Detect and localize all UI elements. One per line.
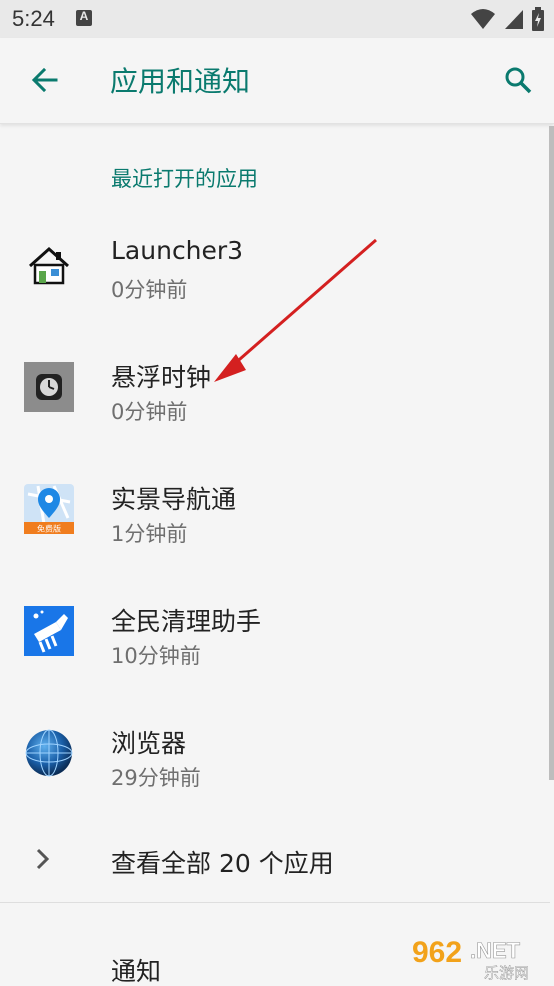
broom-icon — [24, 606, 74, 656]
app-time: 0分钟前 — [111, 400, 188, 424]
app-time: 29分钟前 — [111, 766, 201, 790]
arrow-back-icon — [31, 67, 58, 93]
app-row-cleaner[interactable]: 全民清理助手 10分钟前 — [0, 578, 550, 698]
app-time: 0分钟前 — [111, 278, 188, 302]
wifi-icon — [471, 9, 495, 29]
status-time: 5:24 — [12, 6, 55, 31]
svg-text:.NET: .NET — [470, 938, 521, 963]
signal-icon — [505, 10, 523, 29]
app-name: 实景导航通 — [111, 485, 237, 514]
app-row-launcher3[interactable]: Launcher3 0分钟前 — [0, 212, 550, 332]
globe-icon — [25, 729, 73, 777]
svg-text:962: 962 — [412, 936, 462, 969]
app-name: 悬浮时钟 — [111, 363, 212, 392]
app-name: 浏览器 — [111, 729, 187, 758]
see-all-apps-label: 查看全部 20 个应用 — [111, 849, 334, 878]
divider — [0, 902, 550, 903]
app-row-floating-clock[interactable]: 悬浮时钟 0分钟前 — [0, 334, 550, 454]
notifications-item[interactable]: 通知 — [111, 952, 161, 986]
app-row-browser[interactable]: 浏览器 29分钟前 — [0, 700, 550, 820]
see-all-apps-row[interactable]: 查看全部 20 个应用 — [0, 826, 550, 896]
app-name: 全民清理助手 — [111, 607, 262, 636]
svg-text:免费版: 免费版 — [37, 524, 61, 534]
chevron-right-icon — [36, 848, 50, 870]
map-pin-icon: 免费版 — [24, 484, 74, 534]
back-button[interactable] — [22, 58, 66, 102]
house-icon — [28, 246, 70, 285]
status-icons — [470, 6, 544, 32]
app-time: 1分钟前 — [111, 522, 188, 546]
clock-icon — [24, 362, 74, 412]
battery-icon — [532, 7, 544, 31]
notification-icon: A — [76, 9, 92, 26]
watermark-logo: 962 .NET 乐游网 — [412, 936, 529, 982]
app-bar: 应用和通知 — [0, 38, 554, 124]
app-row-navigation[interactable]: 免费版 实景导航通 1分钟前 — [0, 456, 550, 576]
app-name: Launcher3 — [111, 236, 244, 265]
svg-text:乐游网: 乐游网 — [484, 964, 529, 982]
app-time: 10分钟前 — [111, 644, 201, 668]
search-button[interactable] — [496, 58, 540, 102]
section-label-recent: 最近打开的应用 — [111, 167, 258, 191]
page-title: 应用和通知 — [110, 65, 251, 98]
status-bar: 5:24 A — [0, 0, 554, 38]
search-icon — [505, 67, 532, 94]
